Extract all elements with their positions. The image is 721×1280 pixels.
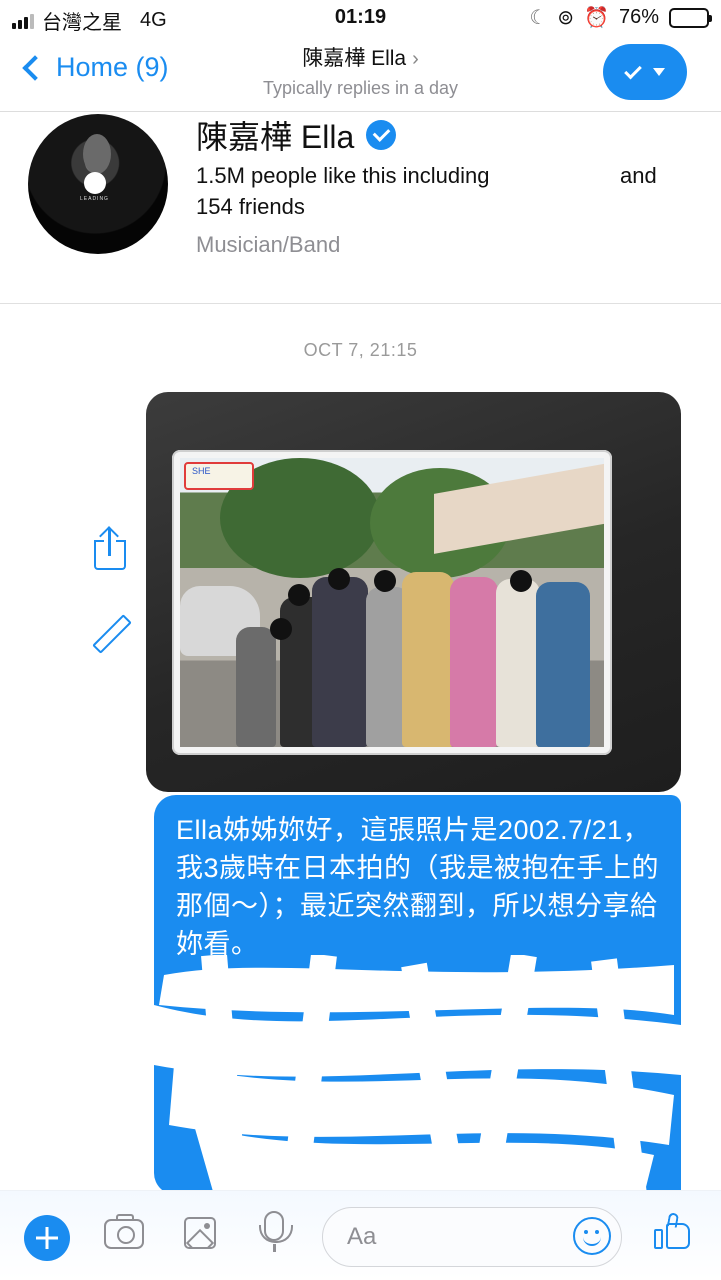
photo-blurred-face [328,568,350,590]
checkmark-menu-button[interactable] [603,44,687,100]
conversation-header: Home (9) 陳嘉樺 Ella › Typically replies in … [0,36,721,112]
chevron-down-icon [653,68,665,76]
likes-and: and [620,163,657,188]
like-cuff [654,1229,663,1249]
back-chevron-icon [22,54,48,81]
share-icon[interactable] [92,526,128,570]
moon-icon: ☾ [529,7,548,29]
checkmark-icon [624,61,642,79]
title-arrow-icon: › [412,48,419,70]
conversation-title-block[interactable]: 陳嘉樺 Ella › Typically replies in a day [200,42,521,99]
avatar-smile [84,172,106,194]
verified-badge-icon [366,120,397,150]
avatar-face [83,134,111,174]
battery-percent: 76% [618,6,659,28]
gallery-icon[interactable] [184,1217,216,1249]
photo-message[interactable]: SHE [146,392,681,792]
likes-line: 1.5M people like this including [196,163,490,188]
microphone-icon[interactable] [259,1211,293,1252]
page-profile-header: LEADING 陳嘉樺 Ella 1.5M people like this i… [0,112,721,304]
status-bar: 台灣之星 4G 01:19 ☾ ⊚ ⏰ 76% [0,0,721,36]
photo-person [236,627,276,747]
friends-line: 154 friends [196,194,305,219]
message-input-container [322,1207,622,1267]
message-text: Ella姊姊妳好，這張照片是2002.7/21，我3歲時在日本拍的（我是被抱在手… [176,815,660,959]
photo-person [402,572,454,747]
message-input[interactable] [347,1220,567,1254]
status-right: ☾ ⊚ ⏰ 76% [529,5,712,30]
alarm-icon: ⏰ [584,7,609,29]
printed-photo: SHE [172,450,612,755]
page-name-text: 陳嘉樺 Ella [196,119,355,155]
conversation-title: 陳嘉樺 Ella › [200,42,521,72]
avatar[interactable]: LEADING [28,114,168,254]
back-button[interactable]: Home (9) [18,52,169,83]
redaction-scribble [154,955,681,1195]
photo-blurred-face [374,570,396,592]
message-timestamp: OCT 7, 21:15 [303,340,418,360]
photo-blurred-face [288,584,310,606]
page-category: Musician/Band [196,232,341,257]
like-hand [666,1223,690,1249]
battery-icon [669,7,712,28]
lock-rotation-icon: ⊚ [557,7,575,29]
conversation-title-text: 陳嘉樺 Ella [302,47,407,70]
edit-icon[interactable] [92,612,132,656]
plus-icon[interactable] [24,1215,70,1261]
back-label: Home (9) [56,52,169,82]
avatar-caption: LEADING [80,196,109,202]
emoji-icon[interactable] [573,1217,611,1255]
photo-person [496,579,540,747]
photo-person [450,577,498,747]
photo-label-text: SHE [192,466,211,476]
response-time: Typically replies in a day [262,78,459,98]
camera-icon[interactable] [104,1214,144,1249]
message-composer [0,1190,721,1280]
group-photo-image: SHE [180,458,604,747]
photo-blurred-face [270,618,292,640]
text-message-bubble[interactable]: Ella姊姊妳好，這張照片是2002.7/21，我3歲時在日本拍的（我是被抱在手… [154,795,681,1195]
likes-summary: 1.5M people like this including and 154 … [196,160,676,222]
page-name: 陳嘉樺 Ella [196,112,397,158]
photo-label-sticker: SHE [184,462,254,490]
photo-person [312,577,368,747]
like-icon[interactable] [654,1212,692,1251]
photo-blurred-face [510,570,532,592]
photo-person [536,582,590,747]
pencil-shape [92,614,132,654]
